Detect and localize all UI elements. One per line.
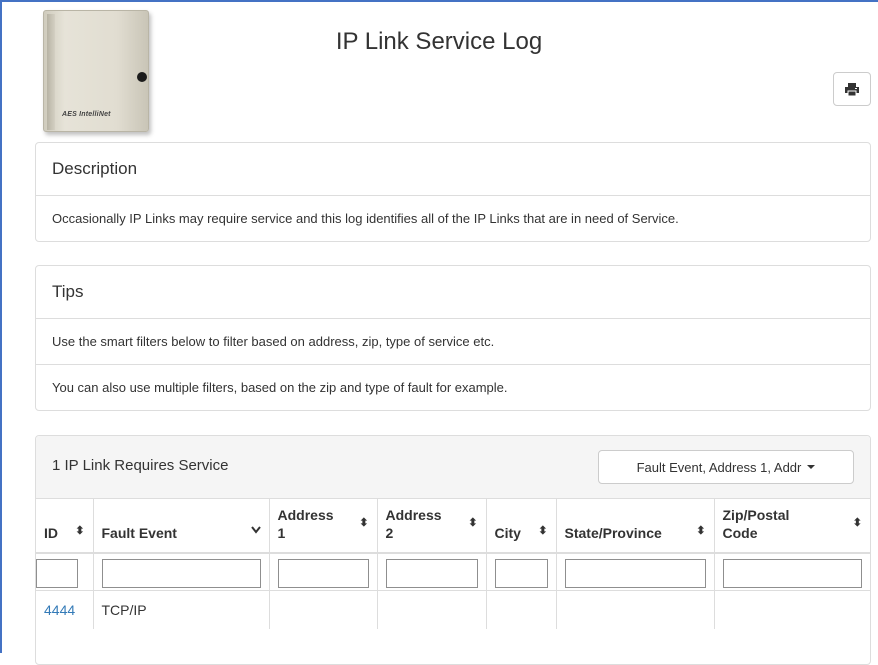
tip-item: Use the smart filters below to filter ba…: [36, 319, 870, 365]
cell-address-1: [269, 589, 378, 629]
printer-icon: [845, 82, 859, 96]
tips-panel: Tips Use the smart filters below to filt…: [35, 265, 871, 411]
tips-heading: Tips: [36, 266, 870, 319]
zip-filter-input[interactable]: [722, 559, 862, 589]
city-filter-input[interactable]: [494, 559, 548, 589]
sort-icon: ⬍: [696, 525, 706, 537]
window-frame-top: [0, 0, 878, 2]
chevron-down-icon: [250, 522, 261, 540]
service-table-title: 1 IP Link Requires Service: [52, 457, 229, 474]
cell-address-2: [377, 589, 487, 629]
tip-item: You can also use multiple filters, based…: [52, 380, 508, 395]
column-header-zip-postal-code[interactable]: Zip/Postal Code ⬍: [714, 499, 870, 554]
address-2-filter-input[interactable]: [385, 559, 478, 589]
cell-zip: [714, 589, 870, 629]
sort-icon: ⬍: [538, 525, 548, 537]
caret-down-icon: [807, 465, 816, 469]
device-brand-logo: AES IntelliNet: [62, 111, 111, 118]
description-panel: Description Occasionally IP Links may re…: [35, 142, 871, 242]
id-filter-input[interactable]: [36, 559, 78, 589]
table-header-row: ID ⬍ Fault Event Address 1 ⬍ Address 2 ⬍: [36, 499, 870, 554]
column-header-id[interactable]: ID ⬍: [36, 499, 94, 554]
service-table: ID ⬍ Fault Event Address 1 ⬍ Address 2 ⬍: [36, 499, 870, 629]
cell-fault-event: TCP/IP: [93, 589, 270, 629]
column-header-address-2[interactable]: Address 2 ⬍: [377, 499, 487, 554]
column-header-fault-event[interactable]: Fault Event: [93, 499, 270, 554]
sort-icon: ⬍: [468, 517, 478, 529]
column-header-address-1[interactable]: Address 1 ⬍: [269, 499, 378, 554]
window-frame-left: [0, 0, 2, 653]
cell-city: [486, 589, 557, 629]
table-row: 4444 TCP/IP: [36, 589, 870, 629]
page-title: IP Link Service Log: [335, 28, 543, 55]
row-id-link[interactable]: 4444: [44, 602, 75, 618]
sort-icon: ⬍: [852, 517, 862, 529]
cell-state: [556, 589, 715, 629]
print-button[interactable]: [833, 72, 871, 106]
service-table-panel: 1 IP Link Requires Service Fault Event, …: [35, 435, 871, 665]
column-header-city[interactable]: City ⬍: [486, 499, 557, 554]
device-knob: [137, 72, 147, 82]
column-selector-dropdown[interactable]: Fault Event, Address 1, Addr: [598, 450, 854, 484]
service-table-heading: 1 IP Link Requires Service Fault Event, …: [36, 436, 870, 499]
address-1-filter-input[interactable]: [277, 559, 369, 589]
fault-event-filter-input[interactable]: [101, 559, 261, 589]
sort-icon: ⬍: [75, 525, 85, 537]
sort-icon: ⬍: [359, 517, 369, 529]
description-heading: Description: [36, 143, 870, 196]
column-selector-label: Fault Event, Address 1, Addr: [636, 459, 802, 475]
description-text: Occasionally IP Links may require servic…: [52, 211, 679, 226]
filter-row: [36, 552, 870, 590]
state-filter-input[interactable]: [564, 559, 706, 589]
column-header-state-province[interactable]: State/Province ⬍: [556, 499, 715, 554]
